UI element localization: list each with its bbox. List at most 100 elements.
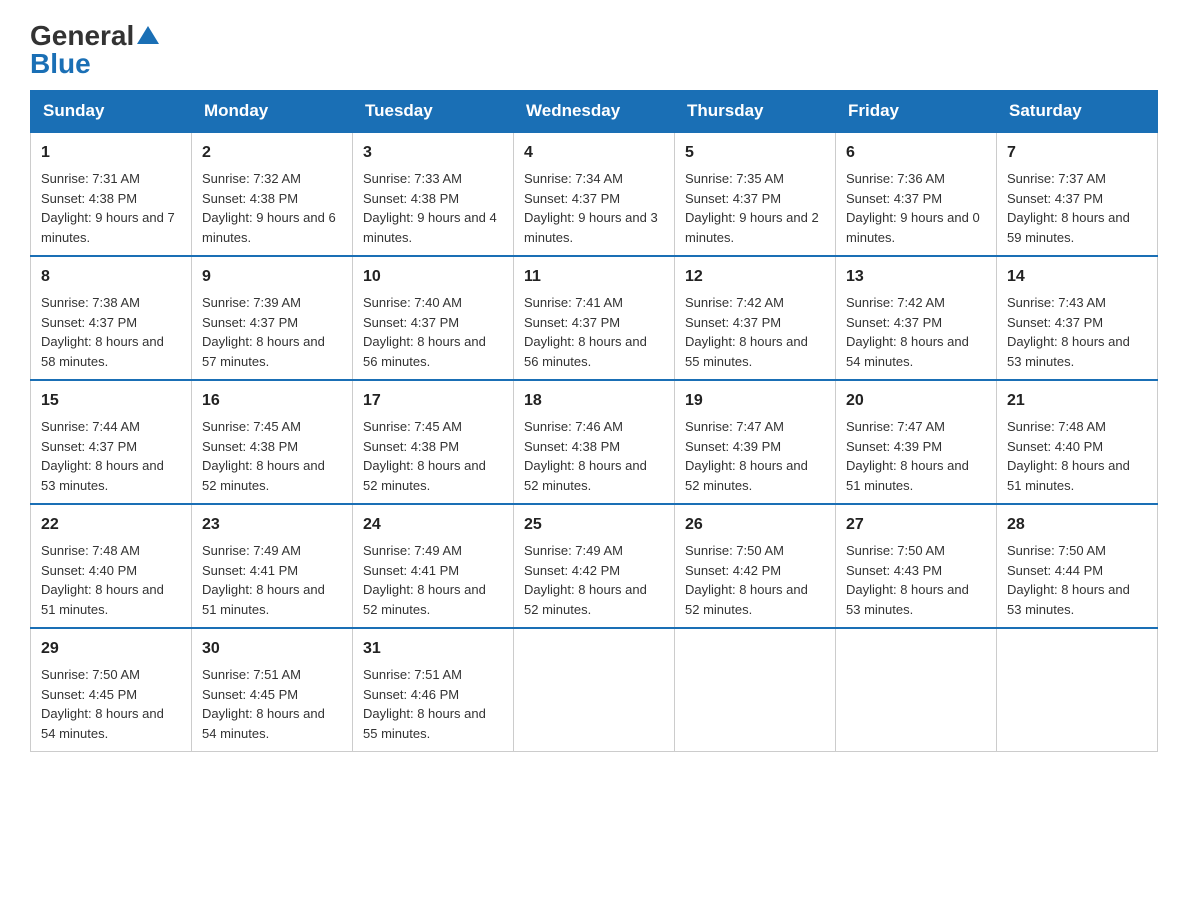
day-number: 21 (1007, 389, 1147, 413)
sunrise-text: Sunrise: 7:41 AM (524, 295, 623, 310)
daylight-text: Daylight: 8 hours and 51 minutes. (1007, 458, 1130, 493)
table-row (997, 628, 1158, 752)
daylight-text: Daylight: 8 hours and 59 minutes. (1007, 210, 1130, 245)
sunrise-text: Sunrise: 7:32 AM (202, 171, 301, 186)
day-number: 17 (363, 389, 503, 413)
day-number: 15 (41, 389, 181, 413)
sunrise-text: Sunrise: 7:34 AM (524, 171, 623, 186)
daylight-text: Daylight: 8 hours and 56 minutes. (363, 334, 486, 369)
col-thursday: Thursday (675, 91, 836, 133)
sunrise-text: Sunrise: 7:51 AM (363, 667, 462, 682)
daylight-text: Daylight: 8 hours and 51 minutes. (202, 582, 325, 617)
day-number: 3 (363, 141, 503, 165)
col-wednesday: Wednesday (514, 91, 675, 133)
sunrise-text: Sunrise: 7:45 AM (363, 419, 462, 434)
sunrise-text: Sunrise: 7:44 AM (41, 419, 140, 434)
table-row: 6 Sunrise: 7:36 AM Sunset: 4:37 PM Dayli… (836, 132, 997, 256)
col-friday: Friday (836, 91, 997, 133)
sunset-text: Sunset: 4:37 PM (202, 315, 298, 330)
table-row: 2 Sunrise: 7:32 AM Sunset: 4:38 PM Dayli… (192, 132, 353, 256)
sunrise-text: Sunrise: 7:48 AM (1007, 419, 1106, 434)
daylight-text: Daylight: 8 hours and 51 minutes. (846, 458, 969, 493)
daylight-text: Daylight: 8 hours and 51 minutes. (41, 582, 164, 617)
daylight-text: Daylight: 8 hours and 52 minutes. (202, 458, 325, 493)
table-row: 24 Sunrise: 7:49 AM Sunset: 4:41 PM Dayl… (353, 504, 514, 628)
day-number: 14 (1007, 265, 1147, 289)
day-number: 11 (524, 265, 664, 289)
table-row: 28 Sunrise: 7:50 AM Sunset: 4:44 PM Dayl… (997, 504, 1158, 628)
sunrise-text: Sunrise: 7:39 AM (202, 295, 301, 310)
table-row: 14 Sunrise: 7:43 AM Sunset: 4:37 PM Dayl… (997, 256, 1158, 380)
daylight-text: Daylight: 8 hours and 52 minutes. (363, 582, 486, 617)
sunset-text: Sunset: 4:38 PM (363, 191, 459, 206)
day-number: 24 (363, 513, 503, 537)
sunrise-text: Sunrise: 7:31 AM (41, 171, 140, 186)
day-number: 18 (524, 389, 664, 413)
sunrise-text: Sunrise: 7:46 AM (524, 419, 623, 434)
sunset-text: Sunset: 4:40 PM (1007, 439, 1103, 454)
day-number: 22 (41, 513, 181, 537)
day-number: 10 (363, 265, 503, 289)
sunrise-text: Sunrise: 7:49 AM (363, 543, 462, 558)
table-row: 7 Sunrise: 7:37 AM Sunset: 4:37 PM Dayli… (997, 132, 1158, 256)
sunset-text: Sunset: 4:41 PM (363, 563, 459, 578)
calendar-week-row: 22 Sunrise: 7:48 AM Sunset: 4:40 PM Dayl… (31, 504, 1158, 628)
sunrise-text: Sunrise: 7:49 AM (202, 543, 301, 558)
daylight-text: Daylight: 9 hours and 4 minutes. (363, 210, 497, 245)
daylight-text: Daylight: 9 hours and 0 minutes. (846, 210, 980, 245)
table-row: 25 Sunrise: 7:49 AM Sunset: 4:42 PM Dayl… (514, 504, 675, 628)
table-row: 9 Sunrise: 7:39 AM Sunset: 4:37 PM Dayli… (192, 256, 353, 380)
table-row: 19 Sunrise: 7:47 AM Sunset: 4:39 PM Dayl… (675, 380, 836, 504)
table-row: 27 Sunrise: 7:50 AM Sunset: 4:43 PM Dayl… (836, 504, 997, 628)
sunset-text: Sunset: 4:40 PM (41, 563, 137, 578)
logo-triangle-icon (137, 26, 159, 48)
table-row: 17 Sunrise: 7:45 AM Sunset: 4:38 PM Dayl… (353, 380, 514, 504)
day-number: 27 (846, 513, 986, 537)
sunrise-text: Sunrise: 7:47 AM (685, 419, 784, 434)
table-row: 26 Sunrise: 7:50 AM Sunset: 4:42 PM Dayl… (675, 504, 836, 628)
sunset-text: Sunset: 4:37 PM (1007, 315, 1103, 330)
daylight-text: Daylight: 8 hours and 57 minutes. (202, 334, 325, 369)
daylight-text: Daylight: 8 hours and 53 minutes. (1007, 582, 1130, 617)
daylight-text: Daylight: 9 hours and 3 minutes. (524, 210, 658, 245)
sunrise-text: Sunrise: 7:40 AM (363, 295, 462, 310)
day-number: 1 (41, 141, 181, 165)
daylight-text: Daylight: 8 hours and 54 minutes. (846, 334, 969, 369)
day-number: 6 (846, 141, 986, 165)
daylight-text: Daylight: 8 hours and 55 minutes. (363, 706, 486, 741)
sunset-text: Sunset: 4:37 PM (685, 315, 781, 330)
table-row: 5 Sunrise: 7:35 AM Sunset: 4:37 PM Dayli… (675, 132, 836, 256)
daylight-text: Daylight: 8 hours and 54 minutes. (202, 706, 325, 741)
day-number: 26 (685, 513, 825, 537)
sunrise-text: Sunrise: 7:33 AM (363, 171, 462, 186)
day-number: 9 (202, 265, 342, 289)
day-number: 5 (685, 141, 825, 165)
logo-blue-text: Blue (30, 48, 91, 80)
sunset-text: Sunset: 4:43 PM (846, 563, 942, 578)
daylight-text: Daylight: 8 hours and 58 minutes. (41, 334, 164, 369)
daylight-text: Daylight: 9 hours and 6 minutes. (202, 210, 336, 245)
sunrise-text: Sunrise: 7:35 AM (685, 171, 784, 186)
daylight-text: Daylight: 8 hours and 53 minutes. (1007, 334, 1130, 369)
sunrise-text: Sunrise: 7:51 AM (202, 667, 301, 682)
table-row: 31 Sunrise: 7:51 AM Sunset: 4:46 PM Dayl… (353, 628, 514, 752)
sunset-text: Sunset: 4:37 PM (846, 191, 942, 206)
table-row: 13 Sunrise: 7:42 AM Sunset: 4:37 PM Dayl… (836, 256, 997, 380)
table-row (514, 628, 675, 752)
sunrise-text: Sunrise: 7:50 AM (846, 543, 945, 558)
day-number: 23 (202, 513, 342, 537)
sunset-text: Sunset: 4:37 PM (41, 439, 137, 454)
day-number: 19 (685, 389, 825, 413)
calendar-week-row: 8 Sunrise: 7:38 AM Sunset: 4:37 PM Dayli… (31, 256, 1158, 380)
sunrise-text: Sunrise: 7:43 AM (1007, 295, 1106, 310)
sunset-text: Sunset: 4:46 PM (363, 687, 459, 702)
table-row (675, 628, 836, 752)
sunrise-text: Sunrise: 7:47 AM (846, 419, 945, 434)
sunset-text: Sunset: 4:37 PM (524, 315, 620, 330)
day-number: 13 (846, 265, 986, 289)
table-row: 16 Sunrise: 7:45 AM Sunset: 4:38 PM Dayl… (192, 380, 353, 504)
sunset-text: Sunset: 4:41 PM (202, 563, 298, 578)
daylight-text: Daylight: 8 hours and 53 minutes. (846, 582, 969, 617)
sunrise-text: Sunrise: 7:50 AM (41, 667, 140, 682)
calendar-week-row: 15 Sunrise: 7:44 AM Sunset: 4:37 PM Dayl… (31, 380, 1158, 504)
